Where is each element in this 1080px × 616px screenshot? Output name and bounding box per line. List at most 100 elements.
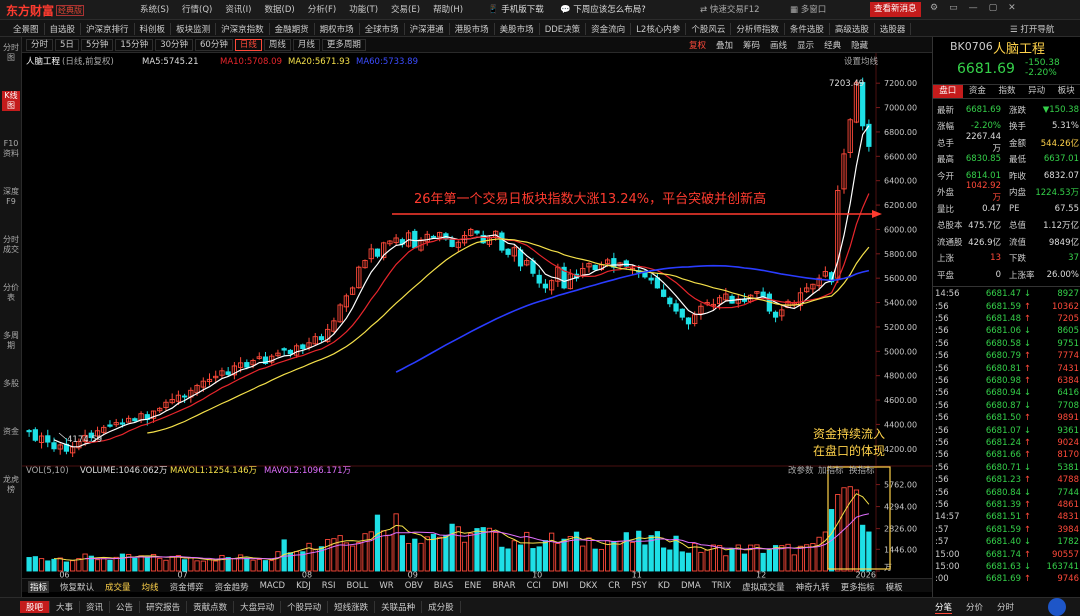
view-tab-4[interactable]: 分时成交 (2, 235, 20, 255)
nav-item-0[interactable]: 全景图 (8, 23, 45, 35)
nav-item-2[interactable]: 沪深京排行 (81, 23, 135, 35)
view-tab-1[interactable]: K线图 (2, 91, 20, 111)
indicator-tab-16[interactable]: DMI (552, 581, 568, 593)
info-tab-1[interactable]: 大事 (50, 601, 81, 613)
indicator-tab-6[interactable]: MACD (260, 581, 285, 593)
nav-item-18[interactable]: 高级选股 (830, 23, 875, 35)
info-tab-6[interactable]: 大盘异动 (234, 601, 282, 613)
open-nav-button[interactable]: ☰ 打开导航 (1010, 23, 1054, 35)
indicator-tab-19[interactable]: PSY (631, 581, 647, 593)
view-tab-8[interactable]: 资金 (2, 427, 20, 437)
info-tab-8[interactable]: 短线涨跌 (328, 601, 376, 613)
quote-tab-3[interactable]: 异动 (1022, 85, 1052, 98)
indicator-tab-8[interactable]: RSI (322, 581, 336, 593)
minimize-icon[interactable]: — (969, 3, 978, 13)
restore-icon[interactable]: ▭ (949, 3, 958, 13)
chart-tool-0[interactable]: 复权 (689, 39, 706, 51)
period-tab-9[interactable]: 更多周期 (321, 39, 366, 51)
close-icon[interactable]: ✕ (1008, 3, 1016, 13)
indicator-tab-0[interactable]: 指标 (28, 581, 50, 593)
period-tab-1[interactable]: 5日 (55, 39, 79, 51)
maximize-icon[interactable]: ▢ (989, 3, 998, 13)
menu-4[interactable]: 分析(F) (308, 3, 337, 15)
info-tab-4[interactable]: 研究报告 (140, 601, 188, 613)
settings-icon[interactable]: ⚙ (930, 3, 938, 13)
info-tab-0[interactable]: 股吧 (20, 601, 51, 613)
nav-item-15[interactable]: 个股风云 (686, 23, 732, 35)
indicator-tab-23[interactable]: 虚拟成交量 (742, 581, 785, 593)
indicator-tab-18[interactable]: CR (608, 581, 620, 593)
indicator-tab-24[interactable]: 神奇九转 (796, 581, 830, 593)
chart-tool-4[interactable]: 显示 (797, 39, 814, 51)
info-tab-3[interactable]: 公告 (110, 601, 141, 613)
nav-item-10[interactable]: 港股市场 (450, 23, 495, 35)
nav-item-11[interactable]: 美股市场 (495, 23, 540, 35)
indicator-tab-9[interactable]: BOLL (347, 581, 369, 593)
menu-3[interactable]: 数据(D) (265, 3, 295, 15)
menu-2[interactable]: 资讯(I) (225, 3, 251, 15)
chart-tool-3[interactable]: 画线 (770, 39, 787, 51)
info-tab-9[interactable]: 关联品种 (375, 601, 423, 613)
new-message-button[interactable]: 查看新消息 (870, 2, 921, 17)
tick-view-tab-1[interactable]: 分价 (966, 601, 983, 614)
menu-0[interactable]: 系统(S) (140, 3, 169, 15)
nav-item-5[interactable]: 沪深京指数 (216, 23, 270, 35)
nav-item-3[interactable]: 科创板 (135, 23, 172, 35)
quote-tab-0[interactable]: 盘口 (933, 85, 963, 98)
info-tab-7[interactable]: 个股异动 (281, 601, 329, 613)
nav-item-4[interactable]: 板块监测 (171, 23, 217, 35)
chart-tool-2[interactable]: 筹码 (743, 39, 760, 51)
menu-7[interactable]: 帮助(H) (433, 3, 463, 15)
indicator-tab-14[interactable]: BRAR (492, 581, 515, 593)
view-tab-7[interactable]: 多股 (2, 379, 20, 389)
quick-trade-button[interactable]: ⇄ 快速交易F12 (700, 3, 760, 15)
indicator-tab-5[interactable]: 资金趋势 (215, 581, 249, 593)
indicator-tab-20[interactable]: KD (658, 581, 670, 593)
period-tab-2[interactable]: 5分钟 (80, 39, 114, 51)
mobile-download-link[interactable]: 📱 手机版下载 (488, 3, 544, 15)
indicator-tab-3[interactable]: 均线 (142, 581, 159, 593)
period-tab-5[interactable]: 60分钟 (195, 39, 233, 51)
period-tab-6[interactable]: 日线 (234, 39, 262, 51)
vol-add-indicator[interactable]: 加指标 (818, 465, 844, 476)
indicator-tab-17[interactable]: DKX (579, 581, 597, 593)
indicator-tab-11[interactable]: OBV (405, 581, 423, 593)
indicator-tab-26[interactable]: 模板 (886, 581, 903, 593)
chart-tool-6[interactable]: 隐藏 (851, 39, 868, 51)
indicator-tab-2[interactable]: 成交量 (105, 581, 131, 593)
menu-6[interactable]: 交易(E) (391, 3, 420, 15)
view-tab-0[interactable]: 分时图 (2, 43, 20, 63)
nav-item-6[interactable]: 金融期货 (270, 23, 315, 35)
period-tab-0[interactable]: 分时 (26, 39, 54, 51)
vol-change-params[interactable]: 改参数 (788, 465, 814, 476)
nav-item-8[interactable]: 全球市场 (360, 23, 405, 35)
tick-view-tab-2[interactable]: 分时 (997, 601, 1014, 614)
nav-item-14[interactable]: L2核心内参 (631, 23, 687, 35)
indicator-tab-21[interactable]: DMA (681, 581, 701, 593)
nav-item-1[interactable]: 自选股 (45, 23, 82, 35)
view-tab-9[interactable]: 龙虎榜 (2, 475, 20, 495)
view-tab-2[interactable]: F10资料 (2, 139, 20, 159)
indicator-tab-13[interactable]: ENE (464, 581, 481, 593)
indicator-tab-4[interactable]: 资金博弈 (170, 581, 204, 593)
view-tab-6[interactable]: 多周期 (2, 331, 20, 351)
vol-switch-indicator[interactable]: 换指标 (849, 465, 875, 476)
nav-item-19[interactable]: 选股器 (875, 23, 912, 35)
nav-item-17[interactable]: 条件选股 (785, 23, 830, 35)
indicator-tab-10[interactable]: WR (379, 581, 393, 593)
nav-item-7[interactable]: 期权市场 (315, 23, 360, 35)
info-tab-10[interactable]: 成分股 (422, 601, 461, 613)
period-tab-4[interactable]: 30分钟 (155, 39, 194, 51)
period-tab-7[interactable]: 周线 (263, 39, 291, 51)
quote-tab-4[interactable]: 板块 (1051, 85, 1080, 98)
kline-chart[interactable]: 7200.00 7000.00 6800.00 6600.00 6400.00 6200.… (22, 53, 932, 578)
period-tab-8[interactable]: 月线 (292, 39, 320, 51)
chart-tool-5[interactable]: 经典 (824, 39, 841, 51)
indicator-tab-25[interactable]: 更多指标 (841, 581, 875, 593)
quote-tab-1[interactable]: 资金 (963, 85, 993, 98)
indicator-tab-22[interactable]: TRIX (712, 581, 731, 593)
nav-item-12[interactable]: DDE决策 (540, 23, 587, 35)
indicator-tab-1[interactable]: 恢复默认 (60, 581, 94, 593)
info-tab-2[interactable]: 资讯 (80, 601, 111, 613)
ma-settings-link[interactable]: 设置均线 (844, 56, 879, 67)
